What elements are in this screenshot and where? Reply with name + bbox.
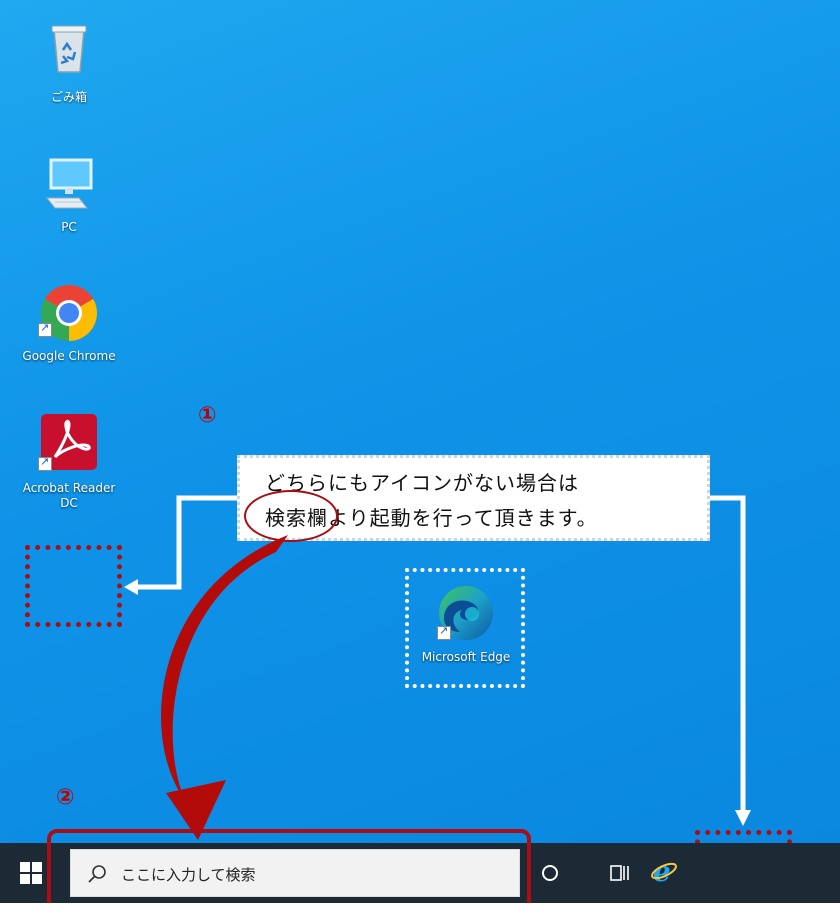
desktop: ごみ箱 PC Google Chrome Acrobat Reader D — [0, 0, 840, 915]
curved-red-arrow — [161, 535, 288, 840]
task-view-icon[interactable] — [610, 863, 630, 883]
bottom-margin — [0, 903, 840, 915]
windows-start-icon[interactable] — [20, 862, 42, 884]
internet-explorer-icon[interactable]: e — [650, 857, 678, 885]
search-box-highlight — [47, 829, 531, 911]
cortana-icon[interactable] — [541, 864, 559, 882]
